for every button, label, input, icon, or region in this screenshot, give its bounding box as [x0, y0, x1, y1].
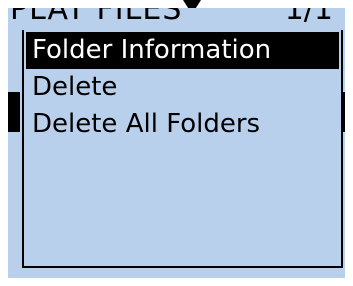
radio-display: PLAY FILES 1/1 Folder Information Delete…	[8, 8, 345, 278]
screen-title: PLAY FILES	[10, 8, 183, 27]
menu-item-folder-information[interactable]: Folder Information	[26, 32, 339, 69]
scroll-indicator-left	[8, 92, 20, 132]
page-counter: 1/1	[284, 8, 333, 27]
menu-item-delete[interactable]: Delete	[24, 69, 341, 106]
menu-item-delete-all-folders[interactable]: Delete All Folders	[24, 106, 341, 143]
quick-menu: Folder Information Delete Delete All Fol…	[22, 30, 343, 268]
